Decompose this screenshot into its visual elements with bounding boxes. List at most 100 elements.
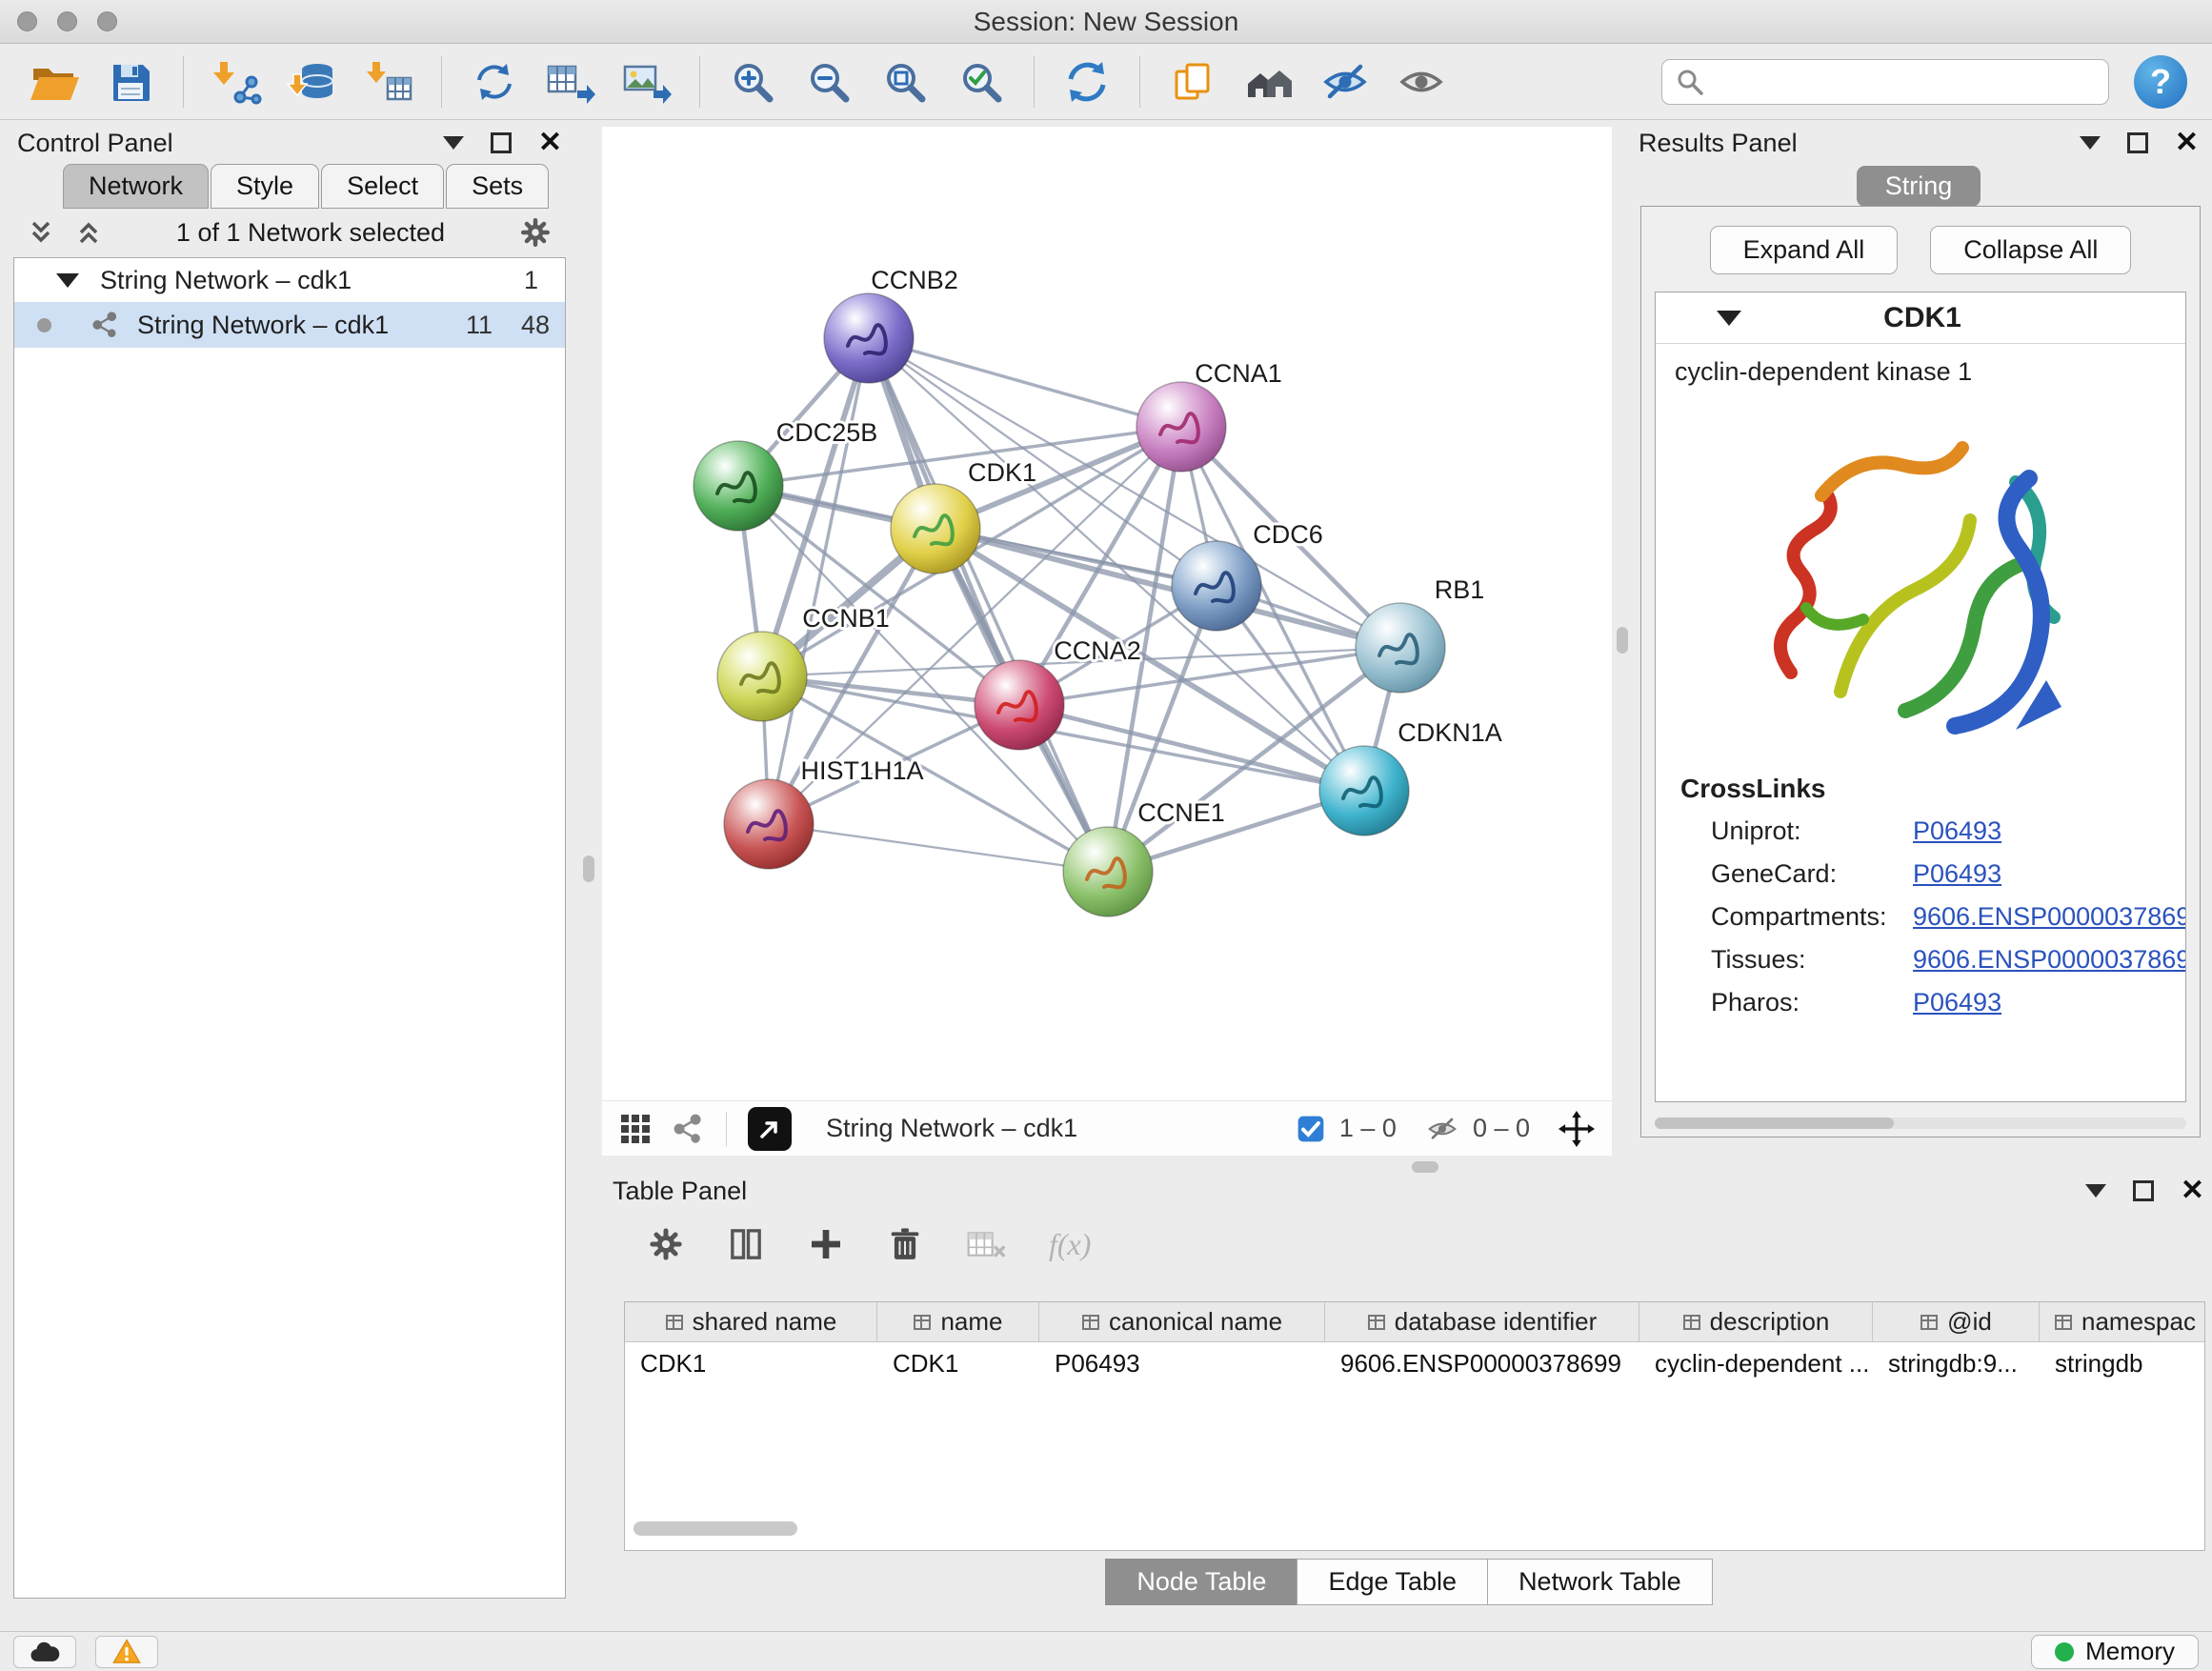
selected-checkbox-icon[interactable] bbox=[1296, 1114, 1326, 1144]
export-table-button[interactable] bbox=[535, 50, 606, 113]
network-row-selected[interactable]: String Network – cdk1 11 48 bbox=[14, 302, 565, 348]
column-header--id[interactable]: @id bbox=[1873, 1302, 2040, 1341]
panel-menu-icon[interactable] bbox=[443, 136, 464, 150]
birdseye-view-button[interactable] bbox=[748, 1107, 792, 1151]
network-edge-cdk1-rb1[interactable] bbox=[935, 529, 1400, 648]
network-collection-row[interactable]: String Network – cdk1 1 bbox=[14, 258, 565, 302]
table-cell[interactable]: CDK1 bbox=[625, 1349, 877, 1379]
network-node-cdc6[interactable] bbox=[1172, 541, 1261, 631]
collapse-section-icon[interactable] bbox=[1717, 311, 1741, 326]
pan-crosshair-icon[interactable] bbox=[1558, 1111, 1595, 1147]
network-edge-ccnb2-ccna1[interactable] bbox=[869, 338, 1181, 427]
apply-layout-button[interactable] bbox=[1052, 50, 1122, 113]
table-cell[interactable]: P06493 bbox=[1039, 1349, 1325, 1379]
tab-edge-table[interactable]: Edge Table bbox=[1297, 1559, 1488, 1605]
tab-string[interactable]: String bbox=[1857, 166, 1981, 207]
network-node-ccna2[interactable] bbox=[975, 660, 1064, 750]
zoom-selected-button[interactable] bbox=[946, 50, 1016, 113]
save-session-button[interactable] bbox=[95, 50, 166, 113]
tab-node-table[interactable]: Node Table bbox=[1105, 1559, 1297, 1605]
column-header-canonical-name[interactable]: canonical name bbox=[1039, 1302, 1325, 1341]
network-node-ccnb1[interactable] bbox=[717, 632, 807, 721]
maximize-window-button[interactable] bbox=[97, 11, 117, 31]
crosslink-value-link[interactable]: P06493 bbox=[1913, 816, 2185, 846]
network-node-ccne1[interactable] bbox=[1063, 827, 1153, 916]
duplicate-documents-button[interactable] bbox=[1157, 50, 1228, 113]
protein-card-header[interactable]: CDK1 bbox=[1656, 292, 2185, 344]
import-network-file-button[interactable] bbox=[201, 50, 271, 113]
search-input[interactable] bbox=[1714, 67, 2095, 96]
panel-close-icon[interactable]: ✕ bbox=[2181, 1180, 2204, 1201]
tab-network-table[interactable]: Network Table bbox=[1487, 1559, 1713, 1605]
hide-selected-button[interactable] bbox=[1310, 50, 1380, 113]
table-cell[interactable]: CDK1 bbox=[877, 1349, 1039, 1379]
network-node-ccnb2[interactable] bbox=[824, 293, 914, 383]
panel-menu-icon[interactable] bbox=[2085, 1184, 2106, 1198]
network-node-cdkn1a[interactable] bbox=[1319, 746, 1409, 836]
network-edge-ccnb2-ccne1[interactable] bbox=[869, 338, 1108, 872]
tab-network[interactable]: Network bbox=[63, 164, 209, 209]
column-header-shared-name[interactable]: shared name bbox=[625, 1302, 877, 1341]
cloud-status-button[interactable] bbox=[13, 1636, 76, 1668]
network-node-rb1[interactable] bbox=[1356, 603, 1445, 693]
results-horizontal-scrollbar[interactable] bbox=[1655, 1117, 2186, 1129]
bottom-splitter-handle[interactable] bbox=[1412, 1161, 1438, 1173]
network-node-cdc25b[interactable] bbox=[694, 441, 783, 531]
new-network-from-selection-button[interactable] bbox=[459, 50, 530, 113]
expand-all-networks-icon[interactable] bbox=[74, 218, 103, 247]
open-session-button[interactable] bbox=[19, 50, 90, 113]
hidden-eye-icon[interactable] bbox=[1425, 1114, 1459, 1144]
export-image-button[interactable] bbox=[612, 50, 682, 113]
panel-close-icon[interactable]: ✕ bbox=[2175, 132, 2199, 153]
table-cell[interactable]: cyclin-dependent ... bbox=[1639, 1349, 1873, 1379]
column-header-database-identifier[interactable]: database identifier bbox=[1325, 1302, 1639, 1341]
panel-float-icon[interactable] bbox=[2127, 132, 2148, 153]
column-header-name[interactable]: name bbox=[877, 1302, 1039, 1341]
tab-select[interactable]: Select bbox=[321, 164, 444, 209]
network-view-canvas[interactable]: CCNB2CCNA1CDC25BCDK1CDC6RB1CCNB1CCNA2CDK… bbox=[602, 127, 1612, 1100]
table-horizontal-scrollbar[interactable] bbox=[633, 1521, 797, 1536]
table-cell[interactable]: stringdb bbox=[2040, 1349, 2205, 1379]
close-window-button[interactable] bbox=[17, 11, 37, 31]
network-node-hist1h1a[interactable] bbox=[724, 779, 814, 869]
crosslink-value-link[interactable]: 9606.ENSP00000378699 bbox=[1913, 945, 2186, 975]
zoom-fit-button[interactable] bbox=[870, 50, 940, 113]
tab-style[interactable]: Style bbox=[211, 164, 319, 209]
add-column-icon[interactable] bbox=[807, 1225, 845, 1263]
tab-sets[interactable]: Sets bbox=[446, 164, 549, 209]
panel-menu-icon[interactable] bbox=[2080, 136, 2101, 150]
import-table-button[interactable] bbox=[353, 50, 424, 113]
table-row[interactable]: CDK1CDK1P064939606.ENSP00000378699cyclin… bbox=[625, 1342, 2204, 1384]
memory-button[interactable]: Memory bbox=[2031, 1635, 2199, 1669]
table-cell[interactable]: stringdb:9... bbox=[1873, 1349, 2040, 1379]
network-node-ccna1[interactable] bbox=[1136, 382, 1226, 472]
table-cell[interactable]: 9606.ENSP00000378699 bbox=[1325, 1349, 1639, 1379]
expand-all-button[interactable]: Expand All bbox=[1710, 226, 1899, 274]
column-header-description[interactable]: description bbox=[1639, 1302, 1873, 1341]
collapse-all-button[interactable]: Collapse All bbox=[1930, 226, 2131, 274]
show-all-button[interactable] bbox=[1386, 50, 1457, 113]
network-edge-ccnb2-hist1h1a[interactable] bbox=[769, 338, 869, 824]
network-view-type-icon[interactable] bbox=[673, 1113, 705, 1145]
delete-column-icon[interactable] bbox=[887, 1225, 923, 1263]
show-columns-icon[interactable] bbox=[727, 1225, 765, 1263]
left-splitter-handle[interactable] bbox=[583, 856, 594, 882]
table-settings-gear-icon[interactable] bbox=[647, 1225, 685, 1263]
disclosure-triangle-icon[interactable] bbox=[56, 273, 79, 288]
minimize-window-button[interactable] bbox=[57, 11, 77, 31]
import-network-database-button[interactable] bbox=[277, 50, 348, 113]
crosslink-value-link[interactable]: 9606.ENSP00000378699 bbox=[1913, 902, 2186, 932]
group-nodes-button[interactable] bbox=[1234, 50, 1304, 113]
warnings-button[interactable] bbox=[95, 1636, 158, 1668]
column-header-namespac[interactable]: namespac bbox=[2040, 1302, 2205, 1341]
search-box[interactable] bbox=[1661, 59, 2109, 105]
grid-view-icon[interactable] bbox=[619, 1113, 652, 1145]
crosslink-value-link[interactable]: P06493 bbox=[1913, 988, 2185, 1017]
help-button[interactable]: ? bbox=[2134, 55, 2187, 109]
network-node-cdk1[interactable] bbox=[891, 484, 980, 574]
collapse-all-networks-icon[interactable] bbox=[27, 218, 55, 247]
panel-float-icon[interactable] bbox=[491, 132, 512, 153]
panel-float-icon[interactable] bbox=[2133, 1180, 2154, 1201]
zoom-in-button[interactable] bbox=[717, 50, 788, 113]
right-splitter-handle[interactable] bbox=[1617, 627, 1628, 654]
